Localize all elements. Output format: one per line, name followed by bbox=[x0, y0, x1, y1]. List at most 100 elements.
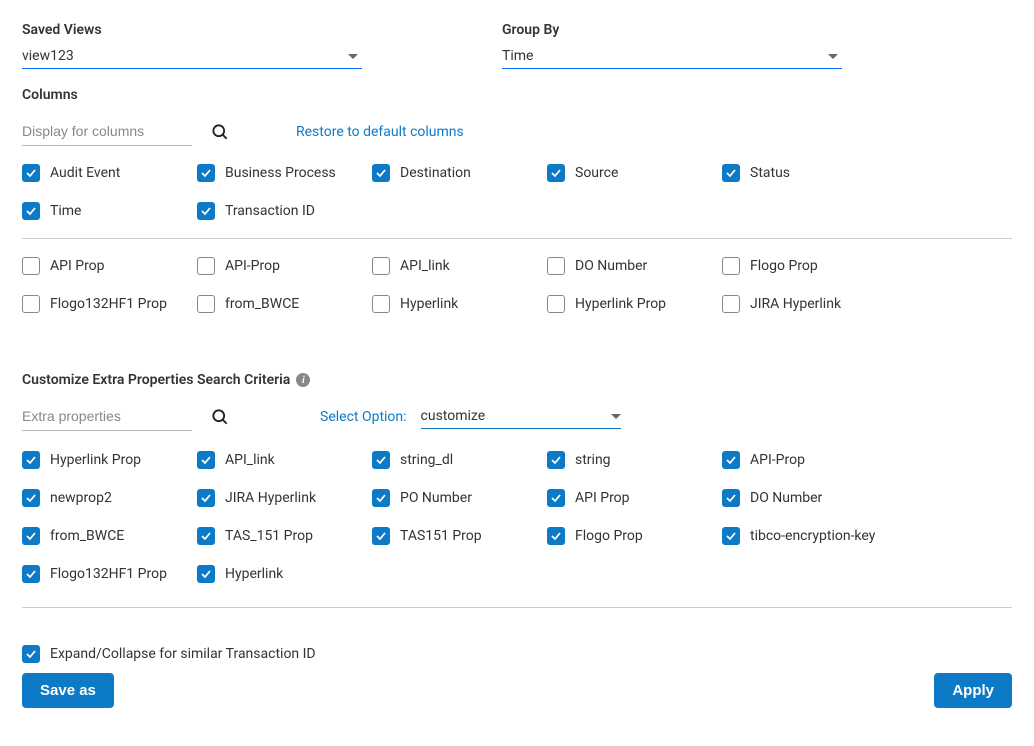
checkbox-label: Flogo Prop bbox=[575, 528, 643, 544]
checkbox-icon bbox=[22, 295, 40, 313]
checkbox-icon bbox=[197, 164, 215, 182]
group-by-select[interactable]: Time bbox=[502, 44, 842, 69]
checkbox-icon bbox=[547, 164, 565, 182]
saved-views-select[interactable]: view123 bbox=[22, 44, 362, 69]
checkbox-label: JIRA Hyperlink bbox=[750, 296, 841, 312]
select-option-value: customize bbox=[421, 408, 486, 424]
checkbox-item[interactable]: from_BWCE bbox=[197, 295, 372, 313]
checkbox-item[interactable]: Flogo132HF1 Prop bbox=[22, 565, 197, 583]
checkbox-item[interactable]: API Prop bbox=[547, 489, 722, 507]
checkbox-label: Status bbox=[750, 165, 790, 181]
checkbox-label: tibco-encryption-key bbox=[750, 528, 875, 544]
expand-collapse-label: Expand/Collapse for similar Transaction … bbox=[50, 646, 316, 662]
checkbox-icon bbox=[372, 257, 390, 275]
checkbox-item[interactable]: Hyperlink Prop bbox=[547, 295, 722, 313]
checkbox-item[interactable]: Flogo Prop bbox=[547, 527, 722, 545]
checkbox-icon bbox=[547, 489, 565, 507]
checkbox-icon bbox=[547, 257, 565, 275]
checkbox-item[interactable]: Transaction ID bbox=[197, 202, 372, 220]
checkbox-item[interactable]: string bbox=[547, 451, 722, 469]
checkbox-item[interactable]: Source bbox=[547, 164, 722, 182]
checkbox-item[interactable]: Status bbox=[722, 164, 897, 182]
columns-scroll-area[interactable]: Audit Event Business Process Destination So… bbox=[22, 164, 1012, 354]
search-icon[interactable] bbox=[210, 122, 230, 142]
checkbox-label: Audit Event bbox=[50, 165, 120, 181]
checkbox-label: Transaction ID bbox=[225, 203, 315, 219]
checkbox-icon bbox=[22, 527, 40, 545]
checkbox-item[interactable]: from_BWCE bbox=[22, 527, 197, 545]
checkbox-label: Source bbox=[575, 165, 618, 181]
checkbox-item[interactable]: API_link bbox=[197, 451, 372, 469]
search-icon[interactable] bbox=[210, 407, 230, 427]
checkbox-label: string_dl bbox=[400, 452, 453, 468]
checkbox-icon bbox=[372, 451, 390, 469]
select-option-label: Select Option: bbox=[320, 409, 407, 425]
customize-scroll-area[interactable]: Hyperlink Prop API_link string_dl string API… bbox=[22, 451, 1012, 641]
checkbox-item[interactable]: API-Prop bbox=[197, 257, 372, 275]
checkbox-label: Business Process bbox=[225, 165, 336, 181]
checkbox-icon bbox=[547, 295, 565, 313]
checkbox-label: Destination bbox=[400, 165, 471, 181]
checkbox-icon bbox=[22, 489, 40, 507]
expand-collapse-checkbox[interactable]: Expand/Collapse for similar Transaction … bbox=[22, 645, 316, 663]
checkbox-item[interactable]: Destination bbox=[372, 164, 547, 182]
checkbox-item[interactable]: Hyperlink bbox=[372, 295, 547, 313]
checkbox-item[interactable]: TAS_151 Prop bbox=[197, 527, 372, 545]
columns-divider bbox=[22, 238, 1012, 239]
checkbox-item[interactable]: DO Number bbox=[547, 257, 722, 275]
restore-default-columns-link[interactable]: Restore to default columns bbox=[296, 124, 464, 140]
checkbox-label: DO Number bbox=[750, 490, 822, 506]
checkbox-icon bbox=[22, 164, 40, 182]
info-icon[interactable]: i bbox=[296, 373, 310, 387]
checkbox-item[interactable]: DO Number bbox=[722, 489, 897, 507]
checkbox-label: Time bbox=[50, 203, 81, 219]
checkbox-label: Hyperlink Prop bbox=[50, 452, 141, 468]
checkbox-label: API-Prop bbox=[750, 452, 805, 468]
checkbox-label: TAS_151 Prop bbox=[225, 528, 313, 544]
checkbox-item[interactable]: JIRA Hyperlink bbox=[197, 489, 372, 507]
checkbox-item[interactable]: TAS151 Prop bbox=[372, 527, 547, 545]
checkbox-icon bbox=[197, 527, 215, 545]
select-option-dropdown[interactable]: customize bbox=[421, 404, 621, 429]
checkbox-item[interactable]: Time bbox=[22, 202, 197, 220]
checkbox-icon bbox=[722, 164, 740, 182]
checkbox-icon bbox=[372, 295, 390, 313]
columns-search-input[interactable] bbox=[22, 117, 192, 146]
extra-properties-search-input[interactable] bbox=[22, 402, 192, 431]
checkbox-item[interactable]: API Prop bbox=[22, 257, 197, 275]
checkbox-item[interactable]: Hyperlink Prop bbox=[22, 451, 197, 469]
checkbox-icon bbox=[372, 527, 390, 545]
checkbox-label: from_BWCE bbox=[50, 528, 124, 544]
apply-button[interactable]: Apply bbox=[934, 673, 1012, 708]
chevron-down-icon bbox=[348, 54, 358, 59]
checkbox-item[interactable]: API-Prop bbox=[722, 451, 897, 469]
checkbox-item[interactable]: Hyperlink bbox=[197, 565, 372, 583]
checkbox-icon bbox=[722, 451, 740, 469]
checkbox-label: PO Number bbox=[400, 490, 472, 506]
checkbox-item[interactable]: newprop2 bbox=[22, 489, 197, 507]
checkbox-label: DO Number bbox=[575, 258, 647, 274]
checkbox-item[interactable]: Audit Event bbox=[22, 164, 197, 182]
checkbox-label: API Prop bbox=[575, 490, 630, 506]
checkbox-item[interactable]: Business Process bbox=[197, 164, 372, 182]
checkbox-item[interactable]: Flogo Prop bbox=[722, 257, 897, 275]
checkbox-label: API-Prop bbox=[225, 258, 280, 274]
group-by-value: Time bbox=[502, 48, 533, 64]
checkbox-label: API_link bbox=[225, 452, 275, 468]
checkbox-item[interactable]: string_dl bbox=[372, 451, 547, 469]
checkbox-item[interactable]: tibco-encryption-key bbox=[722, 527, 897, 545]
save-as-button[interactable]: Save as bbox=[22, 673, 114, 708]
checkbox-label: Flogo Prop bbox=[750, 258, 818, 274]
checkbox-item[interactable]: PO Number bbox=[372, 489, 547, 507]
group-by-label: Group By bbox=[502, 22, 842, 38]
checkbox-item[interactable]: Flogo132HF1 Prop bbox=[22, 295, 197, 313]
checkbox-item[interactable]: API_link bbox=[372, 257, 547, 275]
checkbox-label: from_BWCE bbox=[225, 296, 299, 312]
checkbox-label: string bbox=[575, 452, 611, 468]
checkbox-label: TAS151 Prop bbox=[400, 528, 482, 544]
checkbox-icon bbox=[197, 202, 215, 220]
saved-views-label: Saved Views bbox=[22, 22, 362, 38]
checkbox-item[interactable]: JIRA Hyperlink bbox=[722, 295, 897, 313]
checkbox-label: newprop2 bbox=[50, 490, 112, 506]
checkbox-icon bbox=[372, 164, 390, 182]
